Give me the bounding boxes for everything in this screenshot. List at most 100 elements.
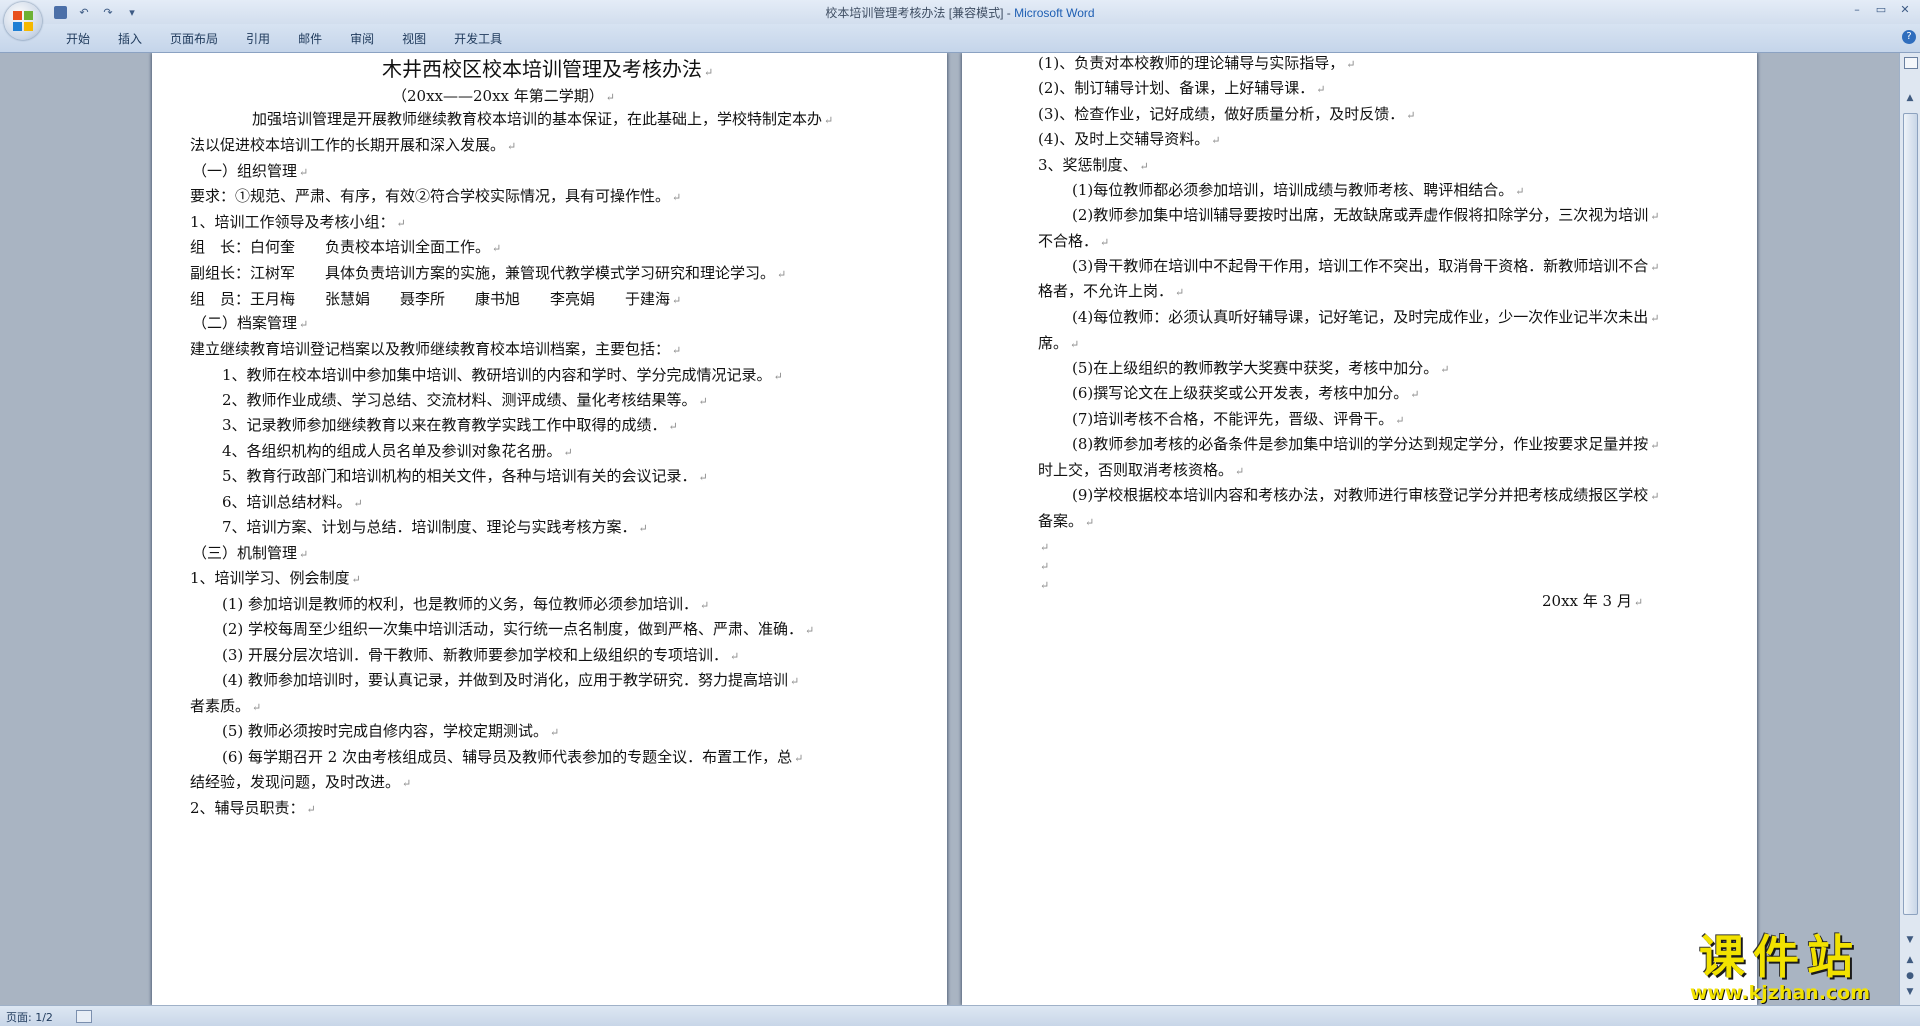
paragraph-mark-icon: ↵ [1100, 236, 1110, 249]
document-paragraph: (6)撰写论文在上级获奖或公开发表，考核中加分。 ↵ [1072, 383, 1419, 405]
document-paragraph: 2、辅导员职责： ↵ [190, 798, 316, 820]
next-page-icon[interactable]: ▼ [1903, 985, 1917, 999]
document-paragraph: 4、各组织机构的组成人员名单及参训对象花名册。 ↵ [222, 441, 573, 463]
document-paragraph: (1)每位教师都必须参加培训，培训成绩与教师考核、聘评相结合。 ↵ [1072, 180, 1524, 202]
document-paragraph: 席。 ↵ [1038, 333, 1079, 355]
paragraph-mark-icon: ↵ [1406, 109, 1416, 122]
tab-home[interactable]: 开始 [52, 30, 104, 48]
paragraph-text: 组 长：白何奎 负责校本培训全面工作。 [190, 238, 491, 256]
watermark-title: 课件站 [1699, 930, 1861, 984]
document-paragraph: (2)教师参加集中培训辅导要按时出席，无故缺席或弄虚作假将扣除学分，三次视为培训… [1072, 205, 1659, 227]
paragraph-mark-icon: ↵ [698, 395, 708, 408]
paragraph-text: 备案。 [1038, 512, 1084, 530]
document-paragraph: (5)在上级组织的教师教学大奖赛中获奖，考核中加分。 ↵ [1072, 358, 1449, 380]
paragraph-text: 2、教师作业成绩、学习总结、交流材料、测评成绩、量化考核结果等。 [222, 391, 697, 409]
document-paragraph: (6) 每学期召开 2 次由考核组成员、辅导员及教师代表参加的专题全议．布置工作… [222, 747, 803, 769]
paragraph-mark-icon: ↵ [773, 370, 783, 383]
document-paragraph: (8)教师参加考核的必备条件是参加集中培训的学分达到规定学分，作业按要求足量并按… [1072, 434, 1659, 456]
paragraph-text: 7、培训方案、计划与总结．培训制度、理论与实践考核方案． [222, 518, 637, 536]
paragraph-mark-icon: ↵ [1633, 596, 1644, 609]
paragraph-text: (1)、负责对本校教师的理论辅导与实际指导， [1038, 54, 1345, 72]
tab-references[interactable]: 引用 [232, 30, 284, 48]
paragraph-text: (4) 教师参加培训时，要认真记录，并做到及时消化，应用于教学研究．努力提高培训 [222, 671, 789, 689]
paragraph-text: (8)教师参加考核的必备条件是参加集中培训的学分达到规定学分，作业按要求足量并按 [1072, 435, 1649, 453]
ruler-toggle-icon[interactable] [1904, 57, 1918, 69]
paragraph-text: 组 员：王月梅 张慧娟 聂李所 康书旭 李亮娟 于建海 [190, 290, 671, 308]
document-paragraph: (4) 教师参加培训时，要认真记录，并做到及时消化，应用于教学研究．努力提高培训… [222, 670, 799, 692]
office-button[interactable] [4, 2, 42, 40]
document-paragraph: （20xx——20xx 年第二学期） ↵ [392, 86, 615, 108]
document-paragraph: 1、培训学习、例会制度 ↵ [190, 568, 361, 590]
paragraph-mark-icon: ↵ [1650, 490, 1660, 503]
tab-page-layout[interactable]: 页面布局 [156, 30, 232, 48]
scroll-thumb[interactable] [1903, 113, 1918, 915]
tab-review[interactable]: 审阅 [336, 30, 388, 48]
document-paragraph: （三）机制管理 ↵ [192, 543, 308, 565]
document-page-1[interactable]: 木井西校区校本培训管理及考核办法 ↵ （20xx——20xx 年第二学期） ↵ 加强培训… [152, 53, 947, 1005]
document-paragraph: 1、教师在校本培训中参加集中培训、教研培训的内容和学时、学分完成情况记录。 ↵ [222, 365, 783, 387]
document-paragraph: (5) 教师必须按时完成自修内容，学校定期测试。 ↵ [222, 721, 559, 743]
document-paragraph: 7、培训方案、计划与总结．培训制度、理论与实践考核方案． ↵ [222, 517, 648, 539]
paragraph-mark-icon: ↵ [638, 522, 648, 535]
paragraph-mark-icon: ↵ [672, 294, 682, 307]
paragraph-text: (4)、及时上交辅导资料。 [1038, 130, 1210, 148]
paragraph-text: (1)每位教师都必须参加培训，培训成绩与教师考核、聘评相结合。 [1072, 181, 1514, 199]
scroll-up-icon[interactable]: ▲ [1903, 91, 1917, 105]
app-name: Microsoft Word [1014, 6, 1095, 20]
tab-developer[interactable]: 开发工具 [440, 30, 516, 48]
paragraph-text: 5、教育行政部门和培训机构的相关文件，各种与培训有关的会议记录． [222, 467, 697, 485]
ribbon-tabs: 开始 插入 页面布局 引用 邮件 审阅 视图 开发工具 [52, 30, 516, 48]
paragraph-mark-icon: ↵ [1316, 83, 1326, 96]
tab-view[interactable]: 视图 [388, 30, 440, 48]
paragraph-mark-icon: ↵ [1175, 286, 1185, 299]
help-icon[interactable]: ? [1902, 30, 1916, 44]
paragraph-text: （三）机制管理 [192, 544, 298, 562]
document-paragraph: ↵ [1038, 574, 1049, 596]
document-paragraph: 加强培训管理是开展教师继续教育校本培训的基本保证，在此基础上，学校特制定本办 ↵ [252, 109, 833, 131]
document-title: 校本培训管理考核办法 [兼容模式] - [825, 6, 1015, 20]
vertical-scrollbar[interactable]: ▲ ▼ ▲ ● ▼ [1899, 53, 1920, 1005]
tab-mailings[interactable]: 邮件 [284, 30, 336, 48]
document-paragraph: (4)每位教师：必须认真听好辅导课，记好笔记，及时完成作业，少一次作业记半次未出… [1072, 307, 1659, 329]
paragraph-text: (4)每位教师：必须认真听好辅导课，记好笔记，及时完成作业，少一次作业记半次未出 [1072, 308, 1649, 326]
page-number-status[interactable]: 页面: 1/2 [6, 1009, 53, 1025]
tab-insert[interactable]: 插入 [104, 30, 156, 48]
select-browse-object-icon[interactable]: ● [1903, 969, 1917, 983]
close-button[interactable]: ✕ [1894, 2, 1916, 18]
document-paragraph: （二）档案管理 ↵ [192, 313, 308, 335]
paragraph-text: 加强培训管理是开展教师继续教育校本培训的基本保证，在此基础上，学校特制定本办 [252, 110, 823, 128]
paragraph-mark-icon: ↵ [1139, 160, 1149, 173]
paragraph-mark-icon: ↵ [396, 217, 406, 230]
watermark-logo: 课件站 www.kjzhan.com [1660, 931, 1900, 1003]
paragraph-text: 副组长：江树军 具体负责培训方案的实施，兼管现代教学模式学习研究和理论学习。 [190, 264, 776, 282]
restore-button[interactable]: ▭ [1870, 2, 1892, 18]
paragraph-mark-icon: ↵ [1650, 210, 1660, 223]
document-paragraph: (7)培训考核不合格，不能评先，晋级、评骨干。 ↵ [1072, 409, 1404, 431]
paragraph-text: (3)、检查作业，记好成绩，做好质量分析，及时反馈． [1038, 105, 1405, 123]
paragraph-mark-icon: ↵ [1650, 261, 1660, 274]
document-paragraph: (2) 学校每周至少组织一次集中培训活动，实行统一点名制度，做到严格、严肃、准确… [222, 619, 814, 641]
document-paragraph: 格者，不允许上岗． ↵ [1038, 281, 1184, 303]
paragraph-text: 2、辅导员职责： [190, 799, 305, 817]
scroll-down-icon[interactable]: ▼ [1903, 933, 1917, 947]
paragraph-mark-icon: ↵ [698, 471, 708, 484]
paragraph-mark-icon: ↵ [1211, 134, 1221, 147]
paragraph-mark-icon: ↵ [1440, 363, 1450, 376]
paragraph-mark-icon: ↵ [1040, 541, 1050, 554]
paragraph-mark-icon: ↵ [402, 777, 412, 790]
paragraph-mark-icon: ↵ [672, 191, 682, 204]
paragraph-text: 要求：①规范、严肃、有序，有效②符合学校实际情况，具有可操作性。 [190, 187, 671, 205]
status-bar: 页面: 1/2 [0, 1005, 1920, 1026]
paragraph-text: （二）档案管理 [192, 314, 298, 332]
paragraph-text: 6、培训总结材料。 [222, 493, 352, 511]
previous-page-icon[interactable]: ▲ [1903, 953, 1917, 967]
paragraph-mark-icon: ↵ [805, 624, 815, 637]
macro-recording-icon[interactable] [76, 1010, 92, 1023]
paragraph-mark-icon: ↵ [507, 140, 517, 153]
paragraph-mark-icon: ↵ [351, 573, 361, 586]
document-page-2[interactable]: (1)、负责对本校教师的理论辅导与实际指导， ↵ (2)、制订辅导计划、备课，上好辅… [962, 53, 1757, 1005]
paragraph-mark-icon: ↵ [550, 726, 560, 739]
paragraph-text: 时上交，否则取消考核资格。 [1038, 461, 1234, 479]
paragraph-text: 席。 [1038, 334, 1069, 352]
minimize-button[interactable]: – [1846, 2, 1868, 18]
